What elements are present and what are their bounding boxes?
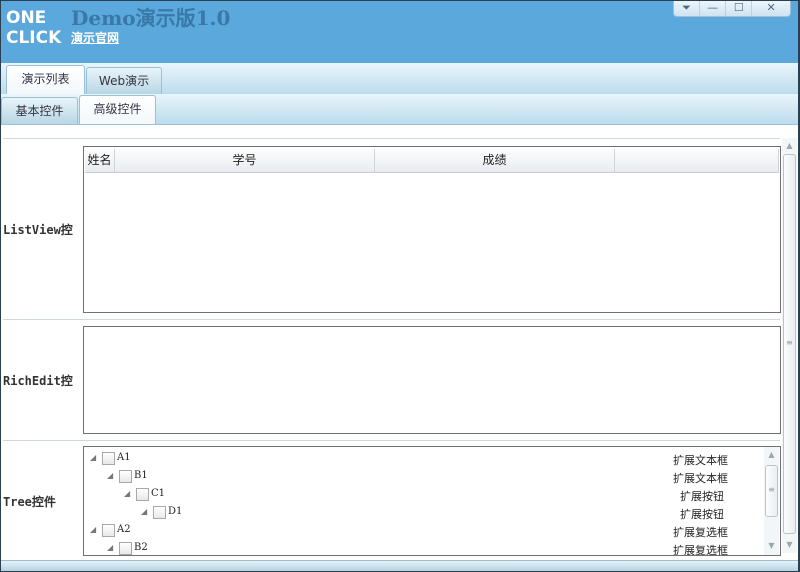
tab-advanced-controls[interactable]: 高级控件 (79, 95, 156, 124)
scroll-up-icon[interactable]: ▲ (782, 141, 797, 150)
column-header-id[interactable]: 学号 (115, 149, 375, 172)
page-scrollbar[interactable]: ▲ ≡ ▼ (782, 138, 797, 553)
expand-triangle-icon[interactable]: ◢ (141, 507, 147, 516)
tree-scrollbar[interactable]: ▲ ≡ ▼ (764, 447, 779, 555)
tree-item-extension[interactable]: 扩展文本框 (608, 452, 728, 468)
menu-dropdown-icon[interactable]: ⏷ (674, 0, 701, 16)
logo-line: CLICK (6, 28, 62, 48)
listview-header: 姓名 学号 成绩 (85, 149, 779, 173)
tree-item-label: C1 (151, 488, 166, 499)
tree-checkbox[interactable] (119, 470, 132, 483)
sub-tab-bar: 基本控件 高级控件 (0, 94, 800, 125)
expand-triangle-icon[interactable]: ◢ (124, 489, 130, 498)
maximize-icon[interactable]: ☐ (726, 0, 753, 16)
scroll-thumb[interactable]: ≡ (783, 154, 796, 534)
title-bar: ONE CLICK Demo演示版1.0 演示官网 ⏷ — ☐ ✕ (0, 0, 800, 63)
scroll-up-icon[interactable]: ▲ (764, 450, 779, 459)
column-header-name[interactable]: 姓名 (85, 149, 115, 172)
scroll-thumb[interactable]: ≡ (765, 465, 778, 517)
minimize-icon[interactable]: — (700, 0, 727, 16)
richedit-label: RichEdit控 (3, 374, 73, 388)
tree-checkbox[interactable] (136, 488, 149, 501)
tree-item-label: D1 (168, 506, 183, 517)
tree-item[interactable]: ◢ C1 扩展按钮 (84, 486, 764, 504)
tree-checkbox[interactable] (119, 542, 132, 555)
expand-triangle-icon[interactable]: ◢ (107, 471, 113, 480)
listview[interactable]: 姓名 学号 成绩 (83, 146, 781, 313)
tree-item[interactable]: ◢ B2 扩展复选框 (84, 540, 764, 555)
tree-item-extension[interactable]: 扩展复选框 (608, 524, 728, 540)
divider (3, 138, 780, 139)
app-logo: ONE CLICK (6, 8, 61, 48)
tree-checkbox[interactable] (102, 524, 115, 537)
tree-item-label: A1 (117, 452, 131, 463)
tree-item-label: B2 (134, 542, 148, 553)
divider (3, 440, 780, 441)
tree-item-label: A2 (117, 524, 131, 535)
tree-checkbox[interactable] (153, 506, 166, 519)
status-bar (0, 560, 800, 572)
richedit-input[interactable] (83, 326, 781, 434)
tree-checkbox[interactable] (102, 452, 115, 465)
app-title: Demo演示版1.0 (71, 6, 231, 30)
tab-demo-list[interactable]: 演示列表 (6, 65, 85, 94)
column-header-empty[interactable] (615, 149, 779, 172)
tree-item-extension[interactable]: 扩展文本框 (608, 470, 728, 486)
close-icon[interactable]: ✕ (752, 0, 790, 16)
expand-triangle-icon[interactable]: ◢ (90, 525, 96, 534)
tree-view[interactable]: ◢ A1 扩展文本框 ◢ B1 扩展文本框 ◢ C1 扩展按钮 ◢ D1 扩展按钮 ◢ … (83, 446, 781, 556)
expand-triangle-icon[interactable]: ◢ (90, 453, 96, 462)
window-controls: ⏷ — ☐ ✕ (673, 0, 791, 17)
scroll-down-icon[interactable]: ▼ (764, 541, 779, 550)
tree-item-extension[interactable]: 扩展复选框 (608, 542, 728, 555)
tree-label: Tree控件 (3, 495, 56, 509)
scroll-down-icon[interactable]: ▼ (782, 540, 797, 549)
official-site-link[interactable]: 演示官网 (71, 29, 119, 46)
expand-triangle-icon[interactable]: ◢ (107, 543, 113, 552)
column-header-score[interactable]: 成绩 (375, 149, 615, 172)
tab-web-demo[interactable]: Web演示 (86, 67, 162, 94)
tree-item[interactable]: ◢ A1 扩展文本框 (84, 450, 764, 468)
listview-label: ListView控 (3, 223, 73, 237)
tree-item-extension[interactable]: 扩展按钮 (604, 506, 724, 522)
tree-item[interactable]: ◢ B1 扩展文本框 (84, 468, 764, 486)
tree-item[interactable]: ◢ A2 扩展复选框 (84, 522, 764, 540)
divider (3, 319, 780, 320)
tree-item-extension[interactable]: 扩展按钮 (604, 488, 724, 504)
tree-item[interactable]: ◢ D1 扩展按钮 (84, 504, 764, 522)
main-tab-bar: 演示列表 Web演示 (0, 63, 800, 94)
tab-basic-controls[interactable]: 基本控件 (1, 97, 78, 124)
logo-line: ONE (6, 8, 47, 28)
tree-item-label: B1 (134, 470, 148, 481)
